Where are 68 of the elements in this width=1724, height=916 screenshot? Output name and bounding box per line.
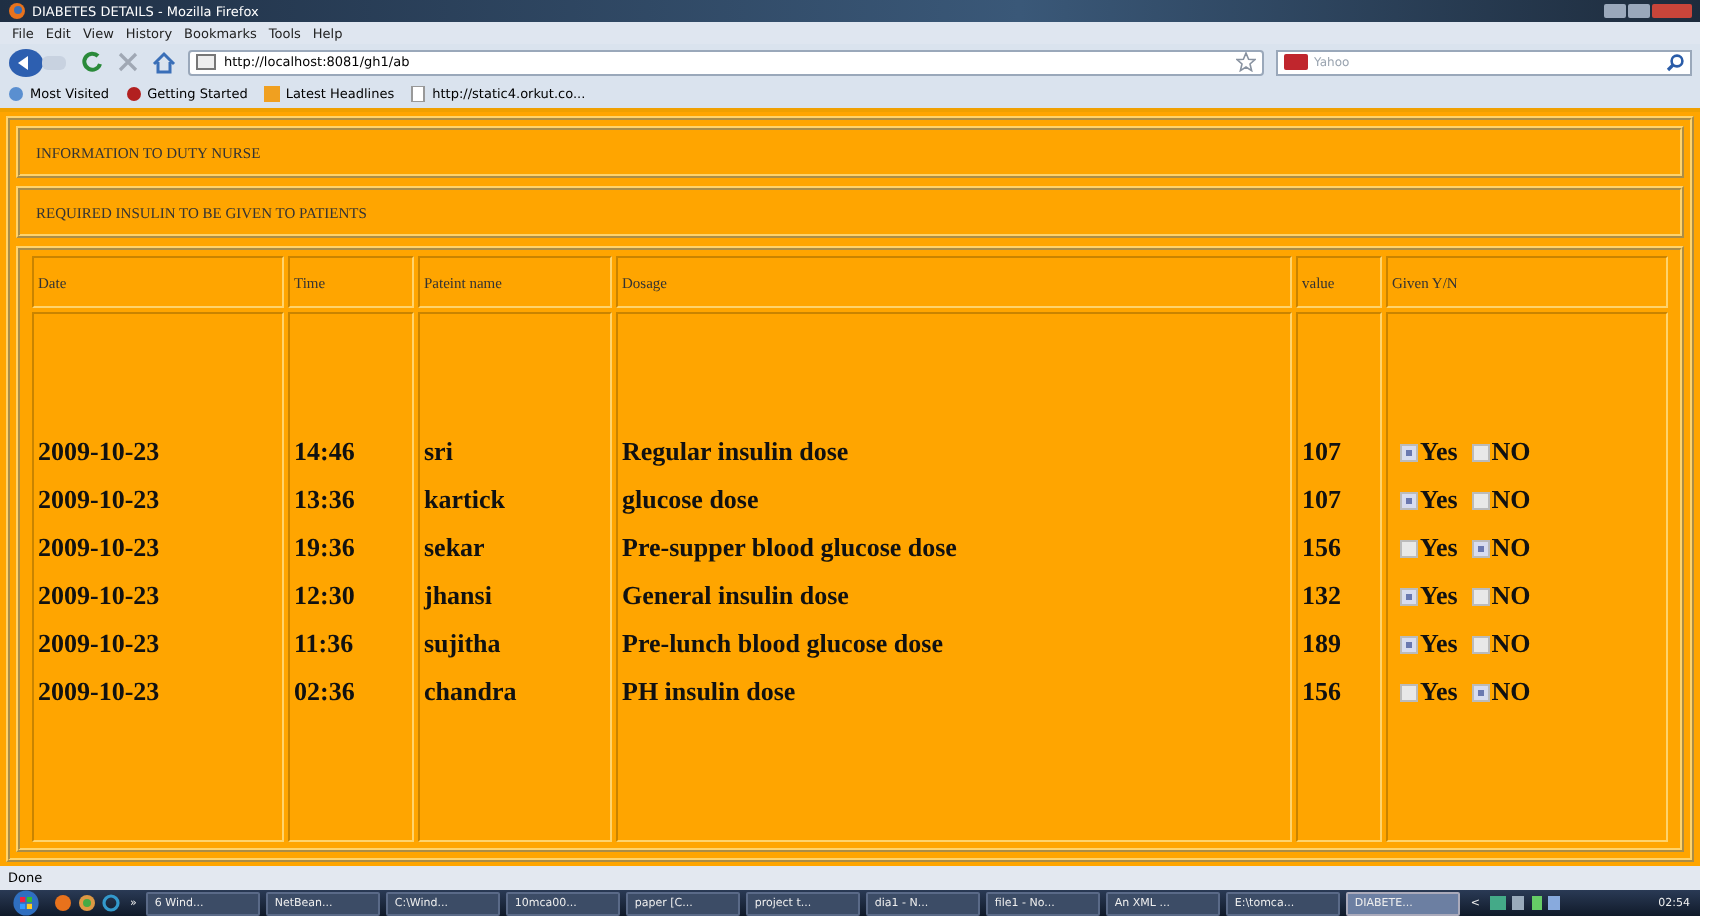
close-icon[interactable] [116, 50, 140, 74]
table-cell: sujitha [424, 628, 501, 660]
checkbox[interactable] [1400, 587, 1418, 605]
page-icon [196, 54, 216, 70]
table-cell: General insulin dose [622, 580, 849, 612]
checkbox[interactable] [1400, 539, 1418, 557]
checkbox[interactable] [1471, 587, 1490, 605]
checkbox[interactable] [1400, 491, 1418, 509]
search-icon[interactable] [1666, 53, 1684, 71]
table-cell: 2009-10-23 [38, 676, 160, 708]
bookmark-icon [8, 86, 24, 102]
table-cell: PH insulin dose [622, 676, 796, 708]
star-icon[interactable] [1236, 52, 1256, 72]
table-cell: jhansi [424, 580, 492, 612]
table-cell: sri [424, 436, 453, 468]
table-cell: 2009-10-23 [38, 628, 160, 660]
table-cell: 19:36 [294, 532, 355, 564]
checkbox-label: Yes [1420, 580, 1458, 612]
checkbox-label: Yes [1420, 676, 1458, 708]
checkbox[interactable] [1400, 683, 1418, 701]
table-cell: Pre-supper blood glucose dose [622, 532, 957, 564]
checkbox-label: NO [1491, 436, 1531, 468]
table-cell: 107 [1302, 436, 1341, 468]
bookmark-icon [263, 86, 280, 102]
reload-icon[interactable] [80, 50, 104, 74]
table-cell: Regular insulin dose [622, 436, 849, 468]
table-cell: 107 [1302, 484, 1341, 516]
browser-icon[interactable] [78, 894, 96, 912]
checkbox[interactable] [1471, 491, 1490, 509]
bookmark-icon [410, 86, 427, 102]
checkbox[interactable] [1400, 635, 1418, 653]
checkbox[interactable] [1471, 539, 1490, 557]
tray-icons-drawing [1489, 894, 1562, 912]
table-cell: Pre-lunch blood glucose dose [622, 628, 943, 660]
checkbox-label: NO [1491, 484, 1531, 516]
checkbox[interactable] [1471, 635, 1490, 653]
table-cell: kartick [424, 484, 505, 516]
table-cell: 13:36 [294, 484, 355, 516]
checkbox-label: NO [1491, 532, 1531, 564]
table-cell: 2009-10-23 [38, 532, 160, 564]
back-icon[interactable] [8, 47, 68, 77]
table-cell: 132 [1302, 580, 1341, 612]
table-cell: 2009-10-23 [38, 484, 160, 516]
table-cell: chandra [424, 676, 517, 708]
table-cell: 12:30 [294, 580, 355, 612]
checkbox-label: Yes [1420, 484, 1458, 516]
table-cell: 156 [1302, 676, 1341, 708]
table-cell: 14:46 [294, 436, 355, 468]
bookmark-icon [125, 86, 142, 102]
table-cell: 189 [1302, 628, 1341, 660]
table-cell: sekar [424, 532, 485, 564]
checkbox-label: Yes [1420, 628, 1458, 660]
table-cell: 2009-10-23 [38, 580, 160, 612]
checkbox-label: NO [1491, 580, 1531, 612]
table-cell: 156 [1302, 532, 1341, 564]
table-cell: 11:36 [294, 628, 354, 660]
checkbox-label: NO [1491, 676, 1531, 708]
ie-icon[interactable] [102, 894, 120, 912]
table-cell: glucose dose [622, 484, 759, 516]
checkbox[interactable] [1471, 443, 1490, 461]
table-cell: 2009-10-23 [38, 436, 160, 468]
checkbox-label: NO [1491, 628, 1531, 660]
table-cell: 02:36 [294, 676, 355, 708]
checkbox-label: Yes [1420, 436, 1458, 468]
checkbox[interactable] [1471, 683, 1490, 701]
checkbox[interactable] [1400, 443, 1418, 461]
home-icon[interactable] [152, 50, 176, 74]
checkbox-label: Yes [1420, 532, 1458, 564]
